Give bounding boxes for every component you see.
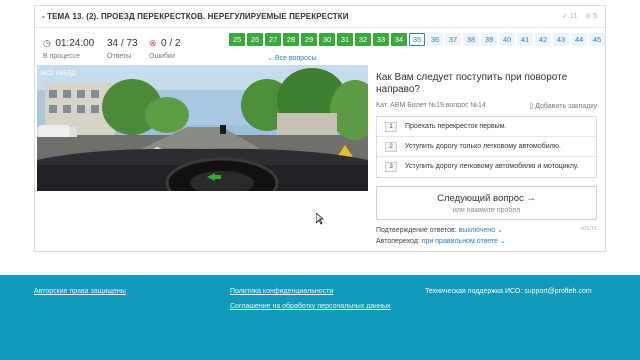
- question-number-31[interactable]: 31: [337, 33, 353, 46]
- support-contact: Техническая поддержка ИСО: support@proft…: [425, 288, 592, 295]
- error-x-icon: ⊗: [149, 38, 157, 48]
- answer-text: Проехать перекресток первым.: [405, 123, 507, 130]
- mouse-cursor-icon: [316, 213, 324, 225]
- road-scene-illustration: ИСО ГИБДД: [37, 65, 368, 191]
- question-number-33[interactable]: 33: [373, 33, 389, 46]
- bookmark-icon: ▯: [529, 103, 534, 110]
- topic-title: - ТЕМА 13. (2). ПРОЕЗД ПЕРЕКРЕСТКОВ. НЕР…: [42, 12, 349, 21]
- question-number-26[interactable]: 26: [247, 33, 263, 46]
- question-number-39[interactable]: 39: [481, 33, 497, 46]
- photo-watermark: ИСО ГИБДД: [41, 71, 75, 77]
- clock-icon: ◷: [43, 38, 51, 48]
- all-questions-label: Все вопросы: [274, 55, 317, 62]
- question-number-38[interactable]: 38: [463, 33, 479, 46]
- errors-stat: ⊗ 0 / 2 Ошибки: [149, 33, 180, 60]
- all-questions-link[interactable]: ⌄ Все вопросы: [267, 54, 316, 62]
- error-circle-icon: ⊘: [585, 13, 592, 20]
- confirm-value: выключено: [458, 227, 496, 234]
- confirm-option: Подтверждение ответов: выключено ⌄: [376, 226, 503, 234]
- answers-stat: 34 / 73 Ответы: [107, 33, 138, 60]
- question-number-29[interactable]: 29: [301, 33, 317, 46]
- correct-count: 11: [569, 13, 578, 20]
- answers-value: 34 / 73: [107, 38, 138, 49]
- answers-label: Ответы: [107, 53, 132, 60]
- timer-value: 01:24:00: [55, 38, 95, 49]
- autonext-value: при правильном ответе: [421, 238, 498, 245]
- question-number-27[interactable]: 27: [265, 33, 281, 46]
- question-number-40[interactable]: 40: [499, 33, 515, 46]
- question-text: Как Вам следует поступить при повороте н…: [376, 72, 568, 95]
- next-question-label: Следующий вопрос →: [437, 193, 536, 204]
- site-footer: Авторские права защищены Политика конфид…: [0, 275, 640, 360]
- exam-header: - ТЕМА 13. (2). ПРОЕЗД ПЕРЕКРЕСТКОВ. НЕР…: [35, 6, 605, 28]
- next-question-hint: или нажмите пробел: [452, 207, 521, 214]
- answer-option-3[interactable]: 3 Уступить дорогу легковому автомобилю и…: [377, 157, 596, 177]
- question-photo: ИСО ГИБДД: [37, 65, 368, 191]
- next-question-button[interactable]: Следующий вопрос → или нажмите пробел: [376, 186, 597, 220]
- question-number-41[interactable]: 41: [517, 33, 533, 46]
- chevron-down-icon: ⌄: [496, 227, 503, 234]
- bookmark-label: Добавить закладку: [535, 103, 597, 110]
- autonext-label: Автопереход:: [376, 238, 420, 245]
- chevron-down-icon: ⌄: [267, 55, 273, 62]
- question-number-37[interactable]: 37: [445, 33, 461, 46]
- errors-value: 0 / 2: [161, 38, 181, 49]
- question-number-45[interactable]: 45: [589, 33, 605, 46]
- question-number-35[interactable]: 35: [409, 33, 425, 46]
- header-stats: ✓ 11 ⊘ 5: [556, 12, 597, 20]
- version-label: v01/71: [580, 226, 597, 232]
- question-meta: Кат. ABM Билет №19 вопрос №14: [376, 102, 486, 109]
- chevron-down-icon: ⌄: [499, 238, 506, 245]
- question-number-43[interactable]: 43: [553, 33, 569, 46]
- answer-option-1[interactable]: 1 Проехать перекресток первым.: [377, 117, 596, 137]
- timer-stat: ◷ 01:24:00 В процессе: [43, 33, 94, 60]
- answer-number: 2: [385, 142, 397, 152]
- autonext-dropdown[interactable]: при правильном ответе ⌄: [422, 238, 506, 245]
- answer-list: 1 Проехать перекресток первым. 2 Уступит…: [376, 116, 597, 178]
- answer-text: Уступить дорогу легковому автомобилю и м…: [405, 163, 579, 170]
- answer-number: 1: [385, 122, 397, 132]
- question-number-42[interactable]: 42: [535, 33, 551, 46]
- question-number-34[interactable]: 34: [391, 33, 407, 46]
- question-number-28[interactable]: 28: [283, 33, 299, 46]
- confirm-dropdown[interactable]: выключено ⌄: [459, 227, 503, 234]
- copyright-link[interactable]: Авторские права защищены: [34, 288, 126, 295]
- question-number-32[interactable]: 32: [355, 33, 371, 46]
- question-number-36[interactable]: 36: [427, 33, 443, 46]
- answer-number: 3: [385, 162, 397, 172]
- privacy-link[interactable]: Политика конфиденциальности: [230, 288, 333, 295]
- agreement-link[interactable]: Соглашение на обработку персональных дан…: [230, 303, 391, 310]
- errors-label: Ошибки: [149, 53, 175, 60]
- question-number-44[interactable]: 44: [571, 33, 587, 46]
- check-icon: ✓: [562, 13, 568, 20]
- error-count: 5: [593, 13, 597, 20]
- answer-option-2[interactable]: 2 Уступить дорогу только легковому автом…: [377, 137, 596, 157]
- confirm-label: Подтверждение ответов:: [376, 227, 457, 234]
- question-number-30[interactable]: 30: [319, 33, 335, 46]
- question-number-25[interactable]: 25: [229, 33, 245, 46]
- answer-text: Уступить дорогу только легковому автомоб…: [405, 143, 561, 150]
- bookmark-button[interactable]: ▯ Добавить закладку: [529, 102, 597, 110]
- question-number-bar: 25 26 27 28 29 30 31 32 33 34 35 36 37 38 39 40 41 42 43 44…: [229, 33, 607, 46]
- autonext-option: Автопереход: при правильном ответе ⌄: [376, 237, 506, 245]
- timer-label: В процессе: [43, 53, 80, 60]
